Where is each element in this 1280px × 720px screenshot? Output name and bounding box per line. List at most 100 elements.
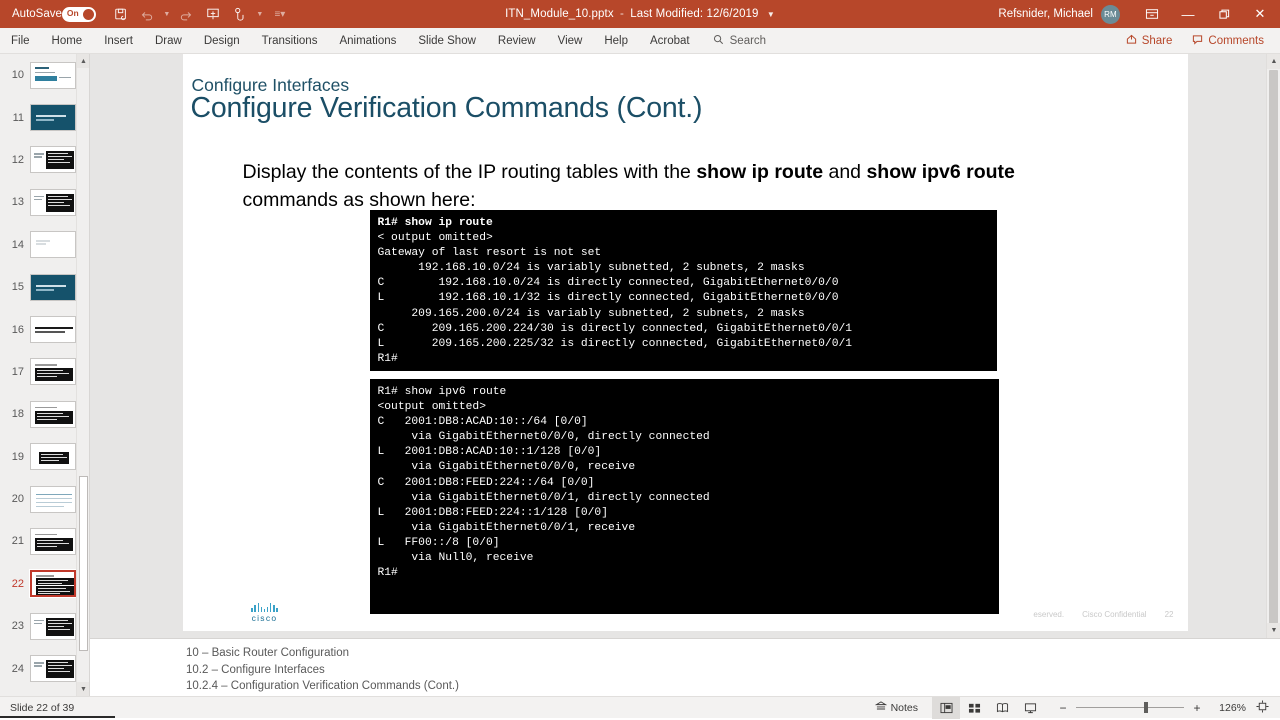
chevron-down-icon[interactable]: ▼: [162, 2, 172, 26]
slide-sorter-view-button[interactable]: [960, 697, 988, 719]
thumbnail-shape: [38, 593, 60, 595]
slide-canvas[interactable]: Configure Interfaces Configure Verificat…: [90, 54, 1280, 638]
page-title[interactable]: Configure Verification Commands (Cont.): [191, 92, 703, 125]
tab-draw[interactable]: Draw: [144, 28, 193, 54]
main-area: 1011121314151617181920212223242526272829…: [0, 54, 1280, 696]
canvas-scrollbar[interactable]: ▲ ▼: [1266, 54, 1280, 638]
thumbnail-preview[interactable]: [30, 104, 76, 132]
thumbnail-preview[interactable]: [29, 569, 77, 599]
normal-view-button[interactable]: [932, 696, 960, 719]
slide-body-text[interactable]: Display the contents of the IP routing t…: [243, 159, 1078, 214]
zoom-control[interactable]: − + 126%: [1054, 699, 1274, 716]
scroll-down-arrow-icon[interactable]: ▼: [77, 682, 89, 696]
thumbnail-shape: [35, 364, 57, 366]
chevron-down-icon[interactable]: ▼: [254, 2, 266, 26]
tab-file[interactable]: File: [0, 28, 41, 54]
thumbnail-shape: [41, 460, 59, 462]
notes-button[interactable]: Notes: [874, 701, 918, 714]
thumbnail-shape: [35, 331, 65, 333]
thumbnail-preview[interactable]: [30, 655, 76, 683]
search-label: Search: [729, 34, 767, 47]
tab-animations[interactable]: Animations: [328, 28, 407, 54]
notes-line-3: 10.2.4 – Configuration Verification Comm…: [186, 680, 459, 692]
slide-counter[interactable]: Slide 22 of 39: [0, 702, 74, 714]
scroll-up-arrow-icon[interactable]: ▲: [77, 54, 89, 68]
ribbon-display-icon[interactable]: [1134, 0, 1170, 28]
thumbnail-scrollbar[interactable]: ▲ ▼: [76, 54, 89, 696]
slideshow-view-button[interactable]: [1016, 697, 1044, 719]
tab-view[interactable]: View: [547, 28, 594, 54]
thumbnail-preview[interactable]: [30, 316, 76, 344]
canvas-scroll-up-icon[interactable]: ▲: [1267, 54, 1280, 69]
thumbnail-shape: [35, 327, 73, 330]
tab-insert[interactable]: Insert: [93, 28, 144, 54]
search-box[interactable]: Search: [713, 34, 766, 48]
customize-toolbar-icon[interactable]: ≡▾: [267, 2, 293, 26]
thumbnail-preview[interactable]: [30, 612, 76, 640]
thumbnail-preview[interactable]: [30, 358, 76, 386]
thumbnail-shape: [35, 66, 49, 69]
touch-mode-icon[interactable]: [227, 2, 253, 26]
terminal-block-ipv4[interactable]: R1# show ip route < output omitted> Gate…: [369, 210, 997, 371]
share-button[interactable]: Share: [1118, 31, 1181, 51]
thumbnail-preview[interactable]: [30, 400, 76, 428]
thumbnail-shape: [37, 545, 57, 547]
reading-view-button[interactable]: [988, 697, 1016, 719]
zoom-level[interactable]: 126%: [1212, 702, 1246, 714]
status-bar-right: Notes − + 126%: [874, 696, 1280, 719]
scrollbar-thumb[interactable]: [79, 476, 88, 651]
ribbon-tab-bar: File Home Insert Draw Design Transitions…: [0, 28, 1280, 54]
undo-icon[interactable]: [135, 2, 161, 26]
tab-design[interactable]: Design: [193, 28, 251, 54]
avatar[interactable]: RM: [1101, 4, 1120, 24]
slide-surface[interactable]: Configure Interfaces Configure Verificat…: [182, 54, 1188, 631]
tab-home[interactable]: Home: [41, 28, 94, 54]
thumbnail-preview[interactable]: [30, 188, 76, 216]
terminal2-output: <output omitted> C 2001:DB8:ACAD:10::/64…: [377, 401, 710, 580]
fit-to-window-icon[interactable]: [1250, 699, 1274, 716]
canvas-scroll-down-icon[interactable]: ▼: [1267, 623, 1280, 638]
zoom-out-button[interactable]: −: [1054, 701, 1072, 715]
tab-slide-show[interactable]: Slide Show: [407, 28, 487, 54]
status-bar: Slide 22 of 39 Notes − + 126%: [0, 696, 1280, 719]
autosave-toggle[interactable]: On: [61, 6, 96, 22]
restore-button[interactable]: [1206, 0, 1242, 28]
canvas-scrollbar-thumb[interactable]: [1269, 70, 1278, 630]
thumbnail-shape: [59, 76, 71, 79]
thumbnail-shape: [37, 373, 69, 375]
notes-pane[interactable]: 10 – Basic Router Configuration 10.2 – C…: [90, 638, 1280, 696]
thumbnail-shape: [36, 501, 72, 504]
thumbnail-preview[interactable]: [30, 146, 76, 174]
close-button[interactable]: ✕: [1242, 0, 1278, 28]
thumbnail-shape: [48, 156, 72, 158]
ribbon-actions: Share Comments: [1118, 31, 1280, 51]
thumbnail-shape: [34, 662, 44, 664]
present-icon[interactable]: [200, 2, 226, 26]
cisco-bars-icon: [241, 603, 289, 612]
save-icon[interactable]: [108, 2, 134, 26]
taskbar-accent: [0, 716, 115, 718]
chevron-down-icon[interactable]: ▼: [767, 10, 775, 19]
redo-icon[interactable]: [173, 2, 199, 26]
comments-button[interactable]: Comments: [1184, 31, 1272, 51]
thumbnail-preview[interactable]: [30, 485, 76, 513]
tab-transitions[interactable]: Transitions: [251, 28, 329, 54]
thumbnail-preview[interactable]: [30, 443, 76, 471]
thumbnail-preview[interactable]: [30, 231, 76, 259]
zoom-in-button[interactable]: +: [1188, 701, 1206, 715]
thumbnail-shape: [48, 671, 70, 673]
slide-thumbnail-pane[interactable]: 1011121314151617181920212223242526272829…: [0, 54, 90, 696]
document-title[interactable]: ITN_Module_10.pptx - Last Modified: 12/6…: [505, 8, 775, 20]
thumbnail-preview[interactable]: [30, 61, 76, 89]
zoom-slider-handle[interactable]: [1144, 702, 1148, 713]
thumbnail-number: 14: [11, 238, 24, 251]
tab-acrobat[interactable]: Acrobat: [639, 28, 701, 54]
terminal-block-ipv6[interactable]: R1# show ipv6 route <output omitted> C 2…: [369, 379, 999, 614]
tab-help[interactable]: Help: [593, 28, 639, 54]
tab-review[interactable]: Review: [487, 28, 547, 54]
thumbnail-preview[interactable]: [30, 527, 76, 555]
minimize-button[interactable]: —: [1170, 0, 1206, 28]
zoom-slider[interactable]: [1076, 702, 1184, 713]
thumbnail-preview[interactable]: [30, 273, 76, 301]
body-command-2: show ipv6 route: [866, 161, 1015, 183]
